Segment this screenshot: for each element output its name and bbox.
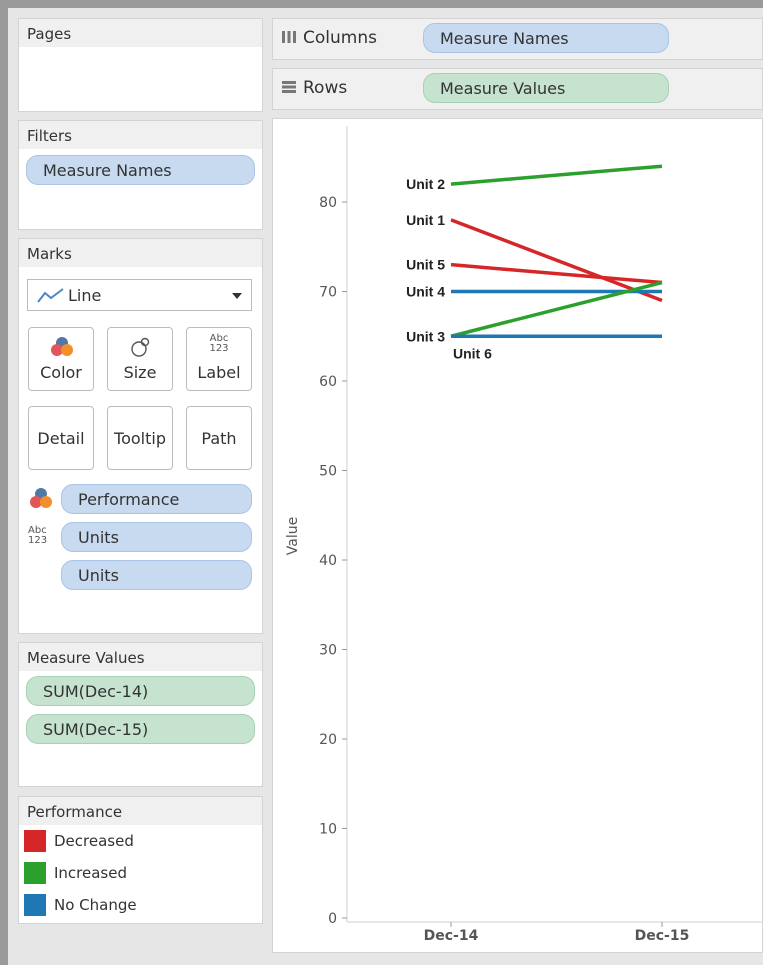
y-tick-label: 10 (319, 822, 337, 838)
series-label: Unit 1 (406, 212, 445, 228)
y-tick-label: 40 (319, 553, 337, 569)
y-tick-label: 0 (328, 911, 337, 927)
x-tick-label: Dec-14 (424, 928, 479, 944)
y-tick-label: 20 (319, 732, 337, 748)
series-line (450, 164, 663, 186)
y-axis-title: Value (285, 517, 301, 555)
series-label: Unit 6 (453, 345, 492, 361)
series-label: Unit 4 (406, 284, 445, 300)
y-tick-label: 50 (319, 464, 337, 480)
series-label: Unit 5 (406, 257, 445, 273)
series-line (450, 262, 663, 285)
y-tick-label: 30 (319, 643, 337, 659)
y-tick-label: 70 (319, 285, 337, 301)
y-tick-label: 80 (319, 195, 337, 211)
series-label: Unit 2 (406, 176, 445, 192)
series-label: Unit 3 (406, 328, 445, 344)
y-tick-label: 60 (319, 374, 337, 390)
line-chart: Value 0 10 20 30 40 50 60 70 80 Dec-14 Dec-15 Unit … (285, 126, 762, 944)
x-tick-label: Dec-15 (635, 928, 690, 944)
series-line (450, 218, 663, 303)
